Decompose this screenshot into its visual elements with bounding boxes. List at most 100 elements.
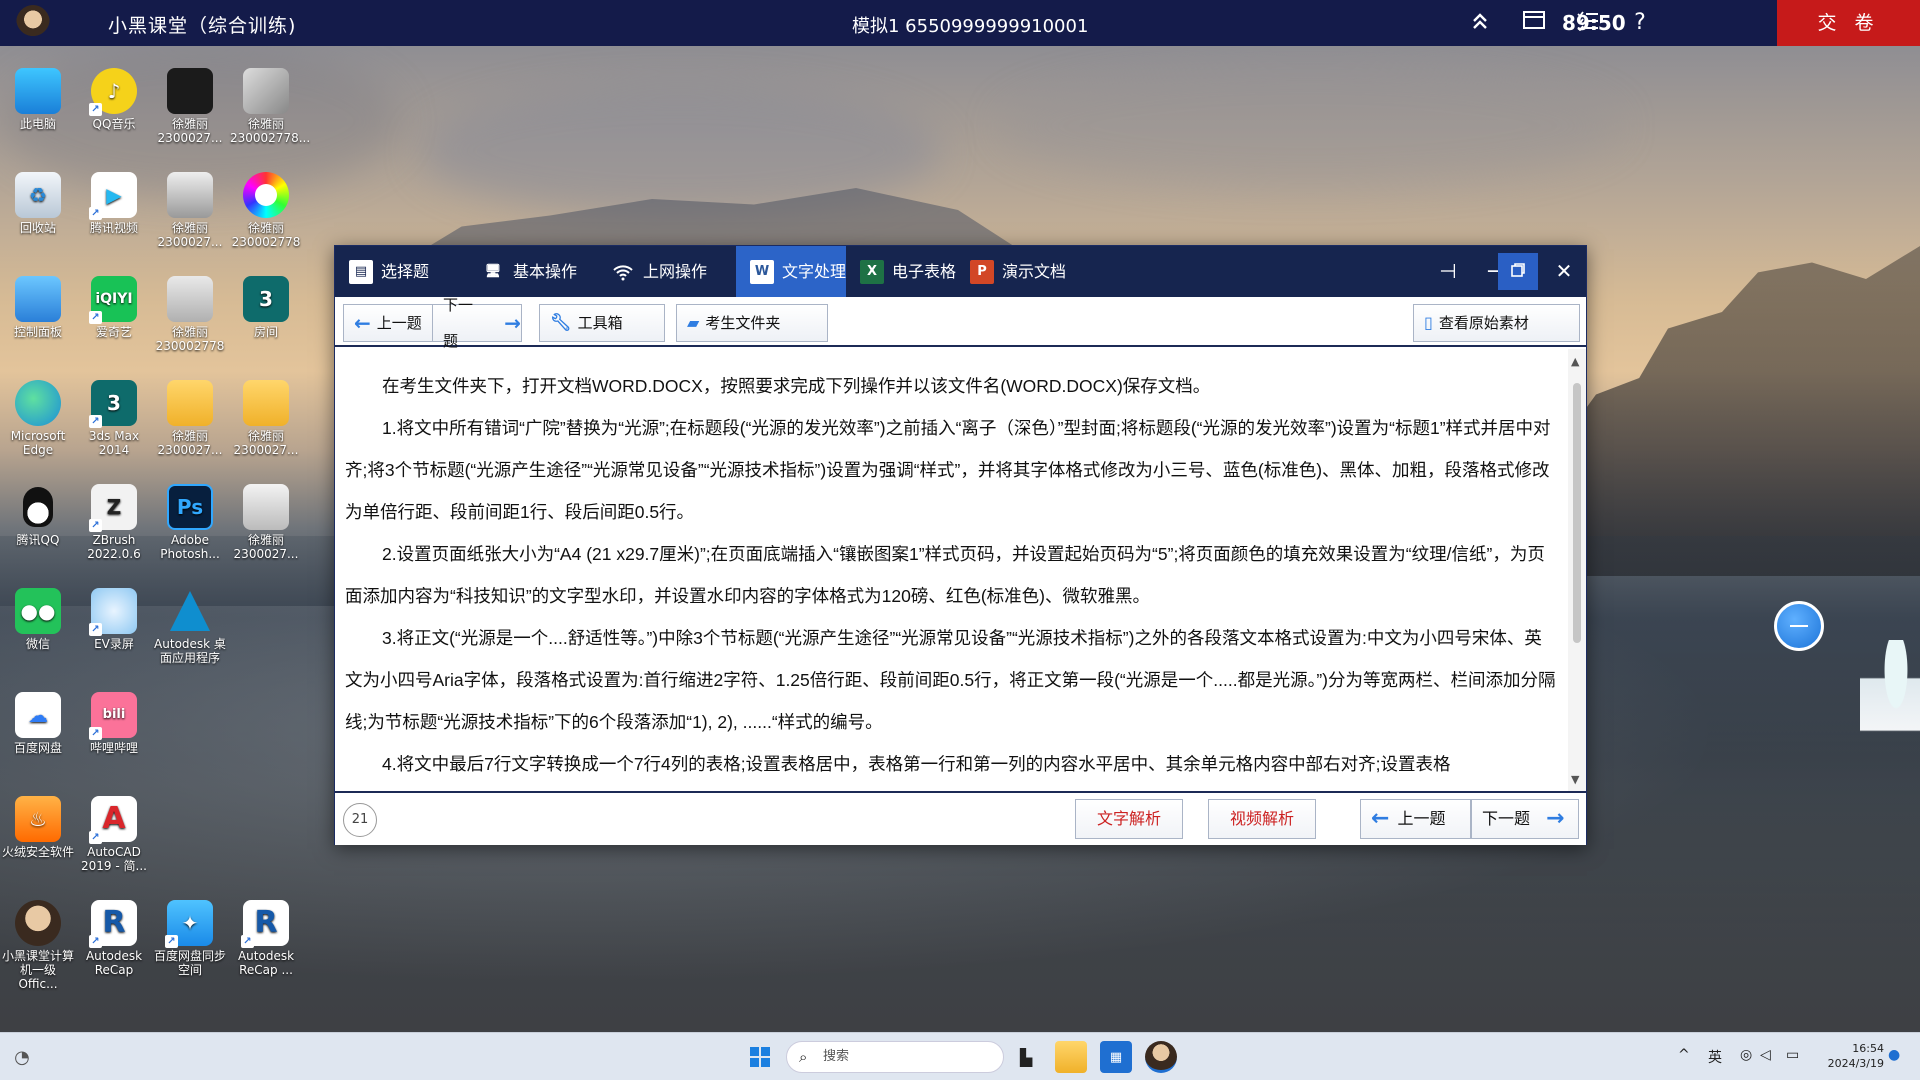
desktop-icon-baidu-sync[interactable]: ✦ ↗ 百度网盘同步空间 bbox=[154, 900, 226, 977]
question-scrollbar[interactable]: ▲ ▼ bbox=[1568, 349, 1586, 791]
tray-chevron-icon[interactable]: ^ bbox=[1678, 1047, 1690, 1063]
desktop-icon-iqiyi[interactable]: iQIYI ↗ 爱奇艺 bbox=[78, 276, 150, 339]
file-explorer-icon[interactable] bbox=[1055, 1041, 1087, 1073]
arrow-right-icon: → bbox=[504, 311, 521, 335]
tab-word-processing[interactable]: W 文字处理 bbox=[736, 246, 846, 297]
desktop-icon-file[interactable]: 徐雅丽 230002778 bbox=[230, 172, 302, 249]
desktop-icon-baidu-netdisk[interactable]: ☁ 百度网盘 bbox=[2, 692, 74, 755]
windows-start-icon[interactable] bbox=[744, 1041, 776, 1073]
desktop-icon-zbrush[interactable]: Z ↗ ZBrush 2022.0.6 bbox=[78, 484, 150, 561]
question-paragraph: 1.将文中所有错词“广院”替换为“光源”;在标题段(“光源的发光效率”)之前插入… bbox=[345, 418, 1551, 522]
tab-spreadsheet[interactable]: X 电子表格 bbox=[846, 246, 956, 297]
desktop-icon-label: 爱奇艺 bbox=[95, 325, 132, 339]
close-icon[interactable]: ✕ bbox=[1542, 246, 1586, 297]
desktop-icon-autocad[interactable]: A ↗ AutoCAD 2019 - 简... bbox=[78, 796, 150, 873]
view-source-material-button[interactable]: ▯ 查看原始素材 bbox=[1413, 304, 1580, 342]
video-analysis-button[interactable]: 视频解析 bbox=[1208, 799, 1316, 839]
submit-exam-button[interactable]: 交 卷 bbox=[1777, 0, 1920, 46]
desktop-icon-recap[interactable]: R ↗ Autodesk ReCap bbox=[78, 900, 150, 977]
scroll-thumb[interactable] bbox=[1573, 383, 1581, 643]
widgets-icon[interactable]: ◔ bbox=[8, 1041, 36, 1073]
desktop-icon-bilibili[interactable]: bili ↗ 哔哩哔哩 bbox=[78, 692, 150, 755]
bottom-prev-question-button[interactable]: ← 上一题 bbox=[1360, 799, 1471, 839]
floating-assistant-bubble[interactable] bbox=[1774, 601, 1824, 651]
desktop-icon-xiaohei[interactable]: 小黑课堂计算机一级Offic... bbox=[2, 900, 74, 991]
recycle-bin-icon: ♻ bbox=[15, 172, 61, 218]
question-paragraph: 2.设置页面纸张大小为“A4 (21 x29.7厘米)”;在页面底端插入“镶嵌图… bbox=[345, 544, 1545, 606]
xiaohei-app-icon[interactable] bbox=[1145, 1041, 1177, 1073]
volume-icon[interactable]: ◁ bbox=[1760, 1047, 1771, 1063]
desktop-icon-file[interactable]: 徐雅丽 230002778 bbox=[154, 276, 226, 353]
text-analysis-button[interactable]: 文字解析 bbox=[1075, 799, 1183, 839]
desktop-icon-wechat[interactable]: ●● 微信 bbox=[2, 588, 74, 651]
notification-bell-icon[interactable]: ● bbox=[1888, 1047, 1900, 1063]
desktop-icon-qq[interactable]: 腾讯QQ bbox=[2, 484, 74, 547]
baidu-netdisk-icon: ☁ bbox=[15, 692, 61, 738]
desktop-icon-photoshop[interactable]: Ps Adobe Photosh... bbox=[154, 484, 226, 561]
tab-internet-operation[interactable]: 上网操作 bbox=[597, 246, 727, 297]
question-paragraph: 在考生文件夹下，打开文档WORD.DOCX，按照要求完成下列操作并以该文件名(W… bbox=[382, 376, 1211, 396]
desktop-icon-label: 腾讯QQ bbox=[16, 533, 60, 547]
desktop-icon-qq-music[interactable]: ♪ ↗ QQ音乐 bbox=[78, 68, 150, 131]
desktop-icon-huorong[interactable]: ♨ 火绒安全软件 bbox=[2, 796, 74, 859]
desktop-icon-file[interactable]: 徐雅丽 2300027... bbox=[154, 68, 226, 145]
desktop-icon-label: 徐雅丽 2300027... bbox=[157, 221, 223, 249]
pin-icon[interactable]: ⊣ bbox=[1426, 246, 1470, 297]
bottom-next-question-button[interactable]: 下一题 → bbox=[1471, 799, 1579, 839]
countdown-timer: 89:50 bbox=[1562, 11, 1626, 35]
desktop-icon-3dsmax[interactable]: 3 ↗ 3ds Max 2014 bbox=[78, 380, 150, 457]
clock-time: 16:54 bbox=[1852, 1042, 1884, 1055]
taskbar-search-box[interactable]: ⌕ 搜索 bbox=[786, 1041, 1004, 1073]
app-logo-avatar bbox=[16, 5, 50, 41]
desktop-icon-tencent-video[interactable]: ▶ ↗ 腾讯视频 bbox=[78, 172, 150, 235]
tencent-video-icon: ▶ ↗ bbox=[89, 172, 137, 220]
prev-question-button[interactable]: ← 上一题 bbox=[343, 304, 433, 342]
desktop-icon-folder[interactable]: 徐雅丽 2300027... bbox=[230, 380, 302, 457]
taskbar-clock[interactable]: 16:54 2024/3/19 bbox=[1814, 1041, 1884, 1071]
candidate-folder-button[interactable]: ▰ 考生文件夹 bbox=[676, 304, 828, 342]
toolbox-button[interactable]: 🔧︎ 工具箱 bbox=[539, 304, 665, 342]
desktop-icon-label: 此电脑 bbox=[19, 117, 56, 131]
desktop-icon-edge[interactable]: Microsoft Edge bbox=[2, 380, 74, 457]
double-up-icon[interactable] bbox=[1466, 9, 1494, 37]
desktop-icon-recycle-bin[interactable]: ♻ 回收站 bbox=[2, 172, 74, 235]
qq-penguin-icon bbox=[15, 484, 61, 530]
next-question-button[interactable]: 下一题 → bbox=[432, 296, 522, 350]
desktop-icon-label: Autodesk ReCap bbox=[85, 949, 143, 977]
window-icon[interactable] bbox=[1520, 9, 1548, 37]
scroll-down-icon[interactable]: ▼ bbox=[1571, 773, 1579, 786]
module-tab-bar: ▤ 选择题 🖥︎ 基本操作 上网操作 W 文字处理 X 电子表格 P 演示文档 … bbox=[335, 246, 1586, 297]
desktop-mascot[interactable] bbox=[1860, 640, 1920, 790]
desktop-icon-file[interactable]: 徐雅丽 2300027... bbox=[230, 484, 302, 561]
folder-icon: ▰ bbox=[687, 313, 700, 332]
desktop-icon-file[interactable]: 徐雅丽 230002778... bbox=[230, 68, 310, 145]
network-icon[interactable]: ◎ bbox=[1740, 1047, 1752, 1063]
desktop-icon-label: Autodesk 桌面应用程序 bbox=[154, 637, 226, 665]
qq-music-icon: ♪ ↗ bbox=[89, 68, 137, 116]
desktop-icon-label: 徐雅丽 2300027... bbox=[233, 533, 299, 561]
arrow-left-icon: ← bbox=[354, 311, 371, 335]
store-icon[interactable]: ▦ bbox=[1100, 1041, 1132, 1073]
task-view-icon[interactable]: ▙ bbox=[1010, 1041, 1042, 1073]
help-icon[interactable]: ? bbox=[1626, 9, 1654, 37]
desktop-icon-autodesk[interactable]: Autodesk 桌面应用程序 bbox=[154, 588, 226, 665]
button-label: 工具箱 bbox=[577, 314, 623, 332]
desktop-icon-control-panel[interactable]: 控制面板 bbox=[2, 276, 74, 339]
button-label: 考生文件夹 bbox=[705, 314, 781, 332]
ev-recorder-icon: ↗ bbox=[89, 588, 137, 636]
scroll-up-icon[interactable]: ▲ bbox=[1571, 355, 1579, 368]
photoshop-icon: Ps bbox=[167, 484, 213, 530]
desktop-icon-3dsmax-room[interactable]: 3 房间 bbox=[230, 276, 302, 339]
tab-presentation[interactable]: P 演示文档 bbox=[956, 246, 1066, 297]
desktop-icon-file[interactable]: 徐雅丽 2300027... bbox=[154, 172, 226, 249]
desktop-icon-folder[interactable]: 徐雅丽 2300027... bbox=[154, 380, 226, 457]
restore-icon[interactable] bbox=[1498, 253, 1538, 290]
desktop-icon-this-pc[interactable]: 此电脑 bbox=[2, 68, 74, 131]
ime-indicator[interactable]: 英 bbox=[1708, 1047, 1722, 1067]
tab-basic-operation[interactable]: 🖥︎ 基本操作 bbox=[467, 246, 597, 297]
desktop-icon-ev-recorder[interactable]: ↗ EV录屏 bbox=[78, 588, 150, 651]
battery-icon[interactable]: ▭ bbox=[1786, 1047, 1799, 1063]
tab-label: 选择题 bbox=[381, 262, 430, 281]
desktop-icon-recap-photo[interactable]: R ↗ Autodesk ReCap ... bbox=[230, 900, 302, 977]
image-file-icon bbox=[167, 276, 213, 322]
